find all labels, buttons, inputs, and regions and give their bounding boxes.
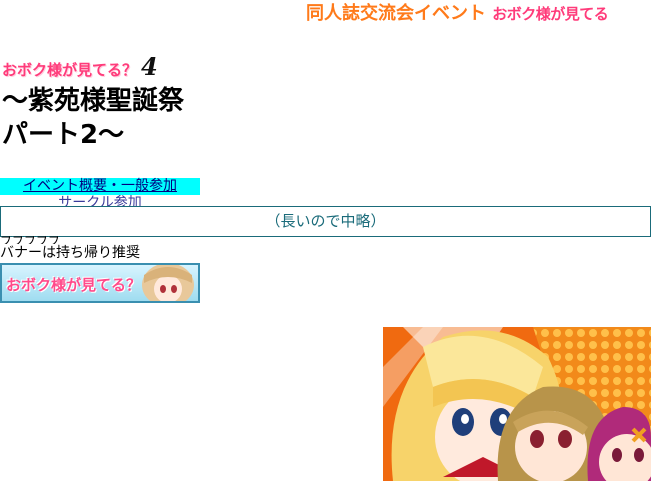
- event-subtitle: ～紫苑様聖誕祭 パート2～: [2, 86, 211, 150]
- anime-characters-image: [383, 327, 651, 481]
- event-logo-text: おボク様が見てる？: [2, 61, 138, 79]
- banner-note: バナーは持ち帰り推奨: [0, 245, 140, 261]
- header-title-text: 同人誌交流会イベント: [306, 3, 486, 24]
- event-banner[interactable]: おボク様が見てる？: [0, 263, 200, 303]
- event-logo: おボク様が見てる？ 4: [2, 52, 158, 81]
- nav-link-circle-participation[interactable]: サークル参加: [0, 195, 200, 206]
- nav-link-event-overview[interactable]: イベント概要・一般参加: [0, 178, 200, 195]
- hero-illustration: [383, 327, 651, 481]
- cutoff-text: ブブブブブ: [0, 236, 61, 244]
- omitted-content-box: （長いので中略）: [0, 206, 651, 237]
- event-number: 4: [141, 52, 158, 81]
- header-logo-text: おボク様が見てる: [492, 5, 609, 23]
- banner-character-icon: [142, 265, 194, 301]
- page-header-title: 同人誌交流会イベント おボク様が見てる: [306, 2, 609, 26]
